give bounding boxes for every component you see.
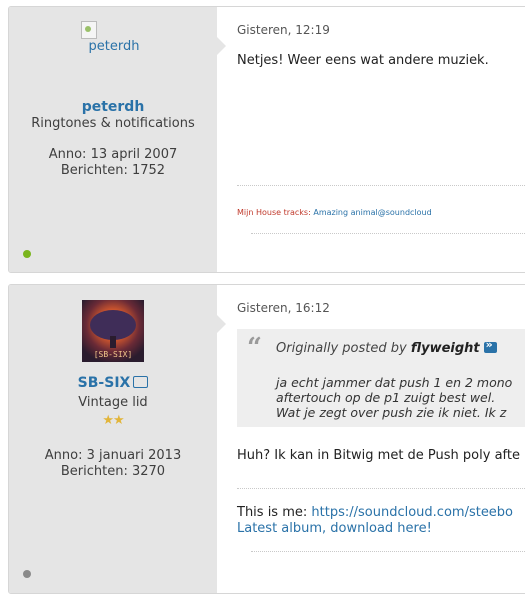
speech-arrow bbox=[217, 37, 226, 55]
signature: Mijn House tracks: Amazing animal@soundc… bbox=[237, 208, 432, 217]
signature-link[interactable]: Amazing animal@soundcloud bbox=[313, 208, 431, 217]
post-count: Berichten: 3270 bbox=[60, 464, 166, 479]
user-title: Vintage lid bbox=[78, 395, 148, 410]
quote-header: Originally posted by flyweight bbox=[276, 338, 497, 356]
post-content: Gisteren, 12:19 Netjes! Weer eens wat an… bbox=[237, 7, 525, 272]
signature-divider bbox=[237, 488, 525, 489]
private-message-icon[interactable] bbox=[133, 376, 149, 388]
username[interactable]: SB-SIX bbox=[78, 375, 131, 391]
quote-line: ja echt jammer dat push 1 en 2 mono bbox=[276, 375, 513, 390]
user-info-panel: [SB-SIX] SB-SIX Vintage lid ★★ Anno: 3 j… bbox=[9, 285, 217, 593]
avatar-label: [SB-SIX] bbox=[93, 350, 133, 359]
signature-label: Mijn House tracks: bbox=[237, 208, 311, 217]
quote-line: aftertouch op de p1 zuigt best wel. bbox=[276, 390, 496, 405]
signature-link[interactable]: https://soundcloud.com/steebo bbox=[311, 505, 513, 520]
avatar[interactable]: peterdh bbox=[79, 21, 149, 54]
post-footer-divider bbox=[251, 233, 525, 234]
post-count: Berichten: 1752 bbox=[60, 163, 166, 178]
user-info-panel: peterdh peterdh Ringtones & notification… bbox=[9, 7, 217, 272]
username-row: SB-SIX bbox=[9, 375, 217, 391]
post-date: Gisteren, 12:19 bbox=[237, 23, 330, 37]
join-date: Anno: 13 april 2007 bbox=[48, 147, 178, 162]
avatar-alt-text: peterdh bbox=[88, 39, 140, 54]
view-post-icon[interactable] bbox=[483, 338, 497, 353]
broken-image-icon bbox=[81, 21, 97, 39]
signature-label: This is me: bbox=[237, 505, 308, 520]
album-download-link[interactable]: Latest album, download here! bbox=[237, 521, 513, 537]
post-message: Netjes! Weer eens wat andere muziek. bbox=[237, 53, 489, 68]
online-status-icon bbox=[23, 250, 31, 258]
post-1: peterdh peterdh Ringtones & notification… bbox=[8, 6, 525, 273]
quote-block: “ Originally posted by flyweight ja echt… bbox=[237, 329, 525, 427]
username[interactable]: peterdh bbox=[9, 99, 217, 115]
signature: This is me: https://soundcloud.com/steeb… bbox=[237, 505, 513, 537]
quote-author: flyweight bbox=[410, 341, 480, 356]
post-date: Gisteren, 16:12 bbox=[237, 301, 330, 315]
quote-line: Wat je zegt over push zie ik niet. Ik z bbox=[276, 405, 507, 420]
post-message: Huh? Ik kan in Bitwig met de Push poly a… bbox=[237, 448, 520, 463]
user-title: Ringtones & notifications bbox=[31, 116, 195, 131]
quote-text: ja echt jammer dat push 1 en 2 mono afte… bbox=[276, 375, 512, 420]
signature-divider bbox=[237, 185, 525, 186]
speech-arrow bbox=[217, 315, 226, 333]
join-date: Anno: 3 januari 2013 bbox=[44, 448, 182, 463]
post-footer-divider bbox=[251, 551, 525, 552]
post-2: [SB-SIX] SB-SIX Vintage lid ★★ Anno: 3 j… bbox=[8, 284, 525, 594]
rank-stars-icon: ★★ bbox=[102, 413, 124, 428]
offline-status-icon bbox=[23, 570, 31, 578]
quote-icon: “ bbox=[247, 333, 262, 363]
avatar-trunk bbox=[110, 336, 116, 348]
quote-prefix: Originally posted by bbox=[276, 341, 407, 356]
avatar[interactable]: [SB-SIX] bbox=[82, 300, 144, 362]
post-content: Gisteren, 16:12 “ Originally posted by f… bbox=[237, 285, 525, 593]
